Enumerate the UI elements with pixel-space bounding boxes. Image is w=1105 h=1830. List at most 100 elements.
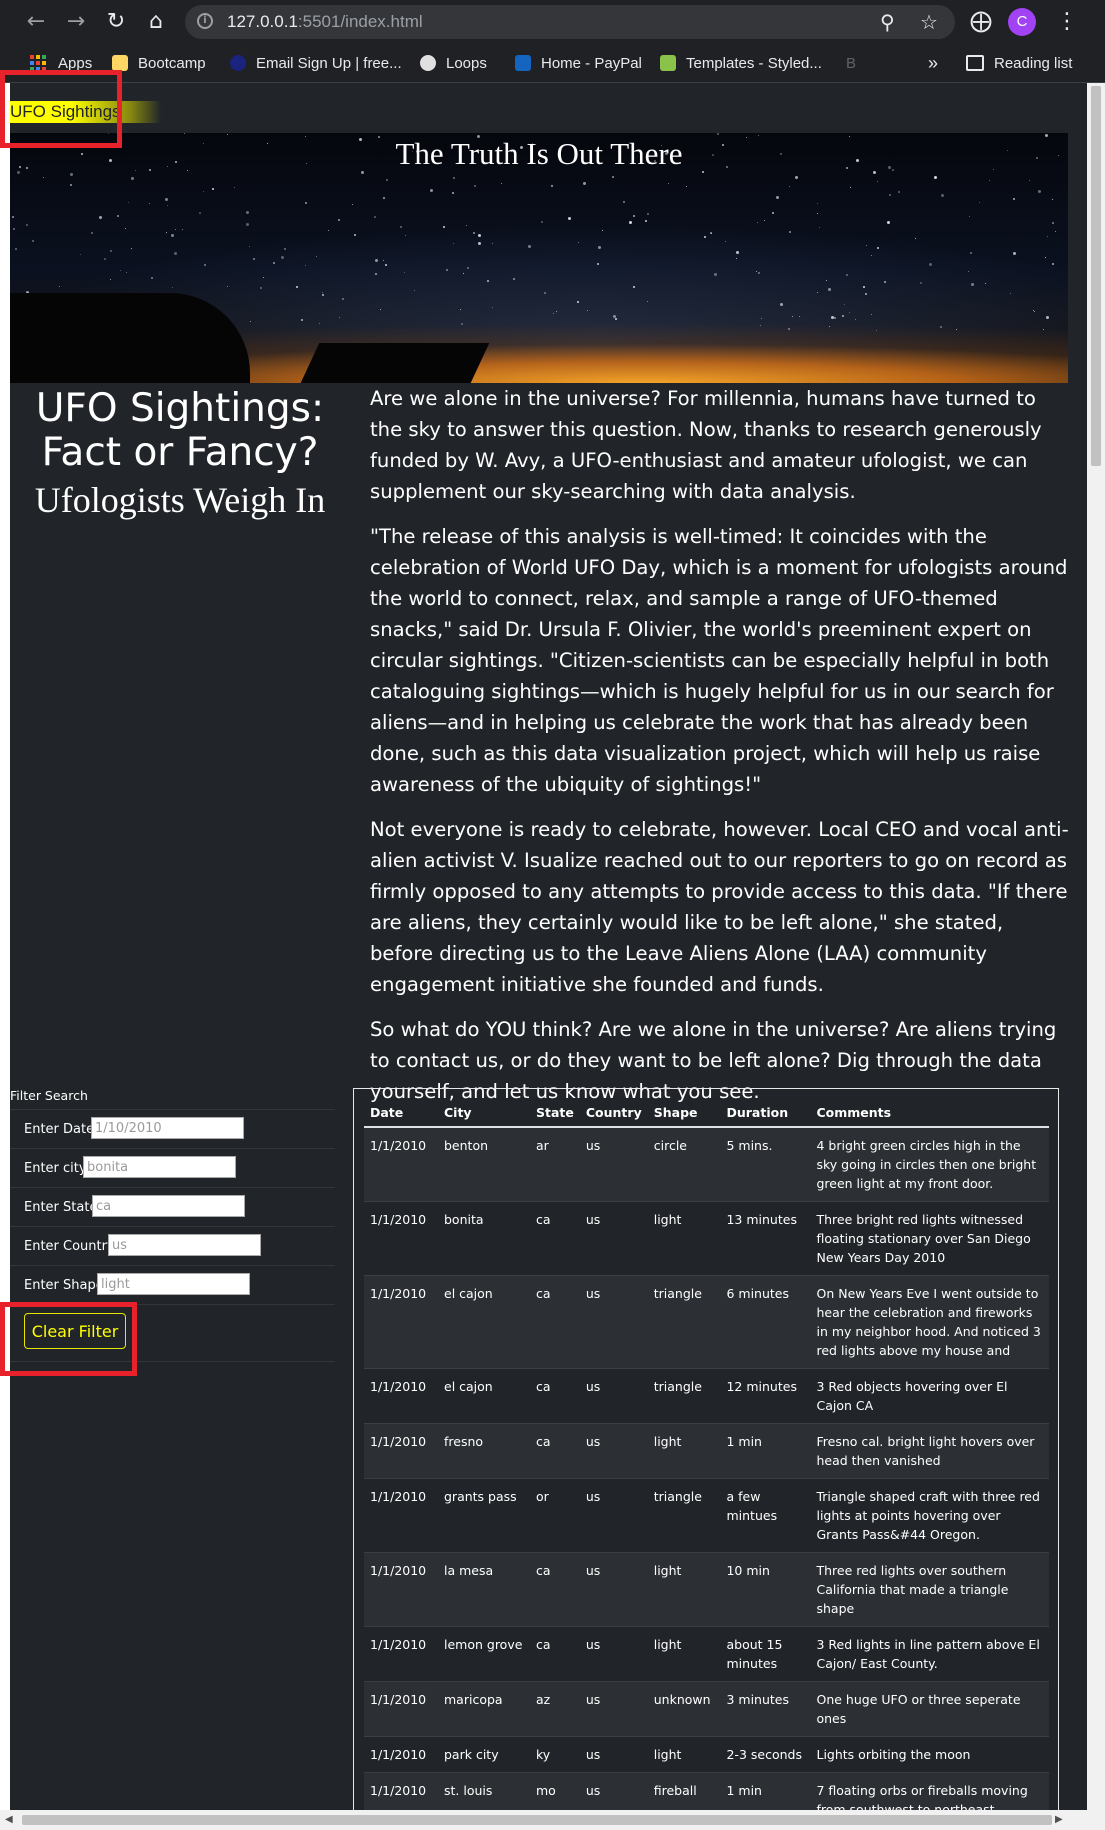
star-dot [342, 298, 344, 300]
cell-state: ca [530, 1552, 580, 1627]
star-dot [473, 232, 475, 234]
extensions-puzzle-icon[interactable]: ⨁ [970, 9, 992, 34]
star-dot [1045, 257, 1046, 258]
reading-list-button[interactable]: Reading list [966, 53, 1072, 73]
star-dot [989, 180, 990, 181]
profile-avatar[interactable]: C [1008, 8, 1036, 36]
star-dot [452, 192, 454, 194]
bookmark-star-icon[interactable]: ☆ [920, 10, 938, 34]
cell-duration: 3 minutes [720, 1681, 811, 1737]
star-dot [846, 274, 848, 276]
column-header-country: Country [579, 1097, 648, 1128]
cell-country: us [579, 1552, 648, 1627]
cell-comments: 3 Red objects hovering over El Cajon CA [810, 1368, 1049, 1424]
page-viewport: UFO Sightings The Truth Is Out There UFO… [0, 83, 1087, 1810]
reading-list-icon [966, 55, 984, 71]
star-dot [374, 216, 376, 218]
cell-comments: 3 Red lights in line pattern above El Ca… [810, 1626, 1049, 1682]
star-dot [736, 251, 739, 254]
state-input[interactable] [92, 1195, 245, 1217]
sightings-table: Date City State Country Shape Duration C… [364, 1097, 1049, 1810]
annotation-highlight-clear-filter [0, 1302, 137, 1376]
shape-input[interactable] [97, 1273, 250, 1295]
scroll-right-arrow-icon[interactable]: ▶ [1055, 1814, 1063, 1825]
star-dot [91, 232, 93, 234]
star-dot [792, 316, 793, 317]
star-dot [466, 225, 467, 226]
table-row: 1/1/2010 park city ky us light 2-3 seconds Lig… [364, 1736, 1049, 1773]
horizontal-scrollbar[interactable]: ◀ ▶ [0, 1810, 1105, 1830]
bookmark-email-signup[interactable]: Email Sign Up | free... [230, 53, 402, 73]
star-dot [1038, 190, 1041, 193]
country-input[interactable] [108, 1234, 261, 1256]
site-info-icon[interactable]: i [197, 13, 213, 29]
zoom-icon[interactable]: ⚲ [880, 10, 895, 34]
filter-row-shape: Enter Shape [10, 1265, 335, 1304]
star-dot [172, 287, 173, 288]
date-label: Enter Date [24, 1122, 95, 1137]
star-dot [487, 280, 489, 282]
star-dot [405, 235, 406, 236]
horizontal-scroll-thumb[interactable] [22, 1815, 1052, 1825]
bookmarks-overflow-chevron[interactable]: » [928, 53, 938, 73]
star-dot [70, 173, 73, 176]
table-row: 1/1/2010 lemon grove ca us light about 15 min… [364, 1626, 1049, 1682]
cell-shape: circle [647, 1126, 721, 1202]
back-arrow-icon[interactable]: ← [22, 8, 50, 36]
cell-shape: light [647, 1201, 721, 1276]
date-input[interactable] [91, 1117, 244, 1139]
loops-site-icon [420, 55, 436, 71]
page-left-edge [0, 83, 10, 1810]
cell-duration: 6 minutes [720, 1275, 811, 1369]
star-dot [876, 330, 877, 331]
scroll-left-arrow-icon[interactable]: ◀ [5, 1814, 13, 1825]
column-header-city: City [438, 1097, 530, 1128]
star-dot [686, 186, 687, 187]
star-dot [940, 326, 942, 328]
star-dot [577, 301, 579, 303]
cell-duration: 1 min [720, 1423, 811, 1479]
bookmark-paypal[interactable]: Home - PayPal [515, 53, 642, 73]
star-dot [478, 234, 481, 237]
star-dot [969, 216, 970, 217]
bookmark-truncated[interactable]: B [846, 53, 856, 73]
star-dot [501, 183, 502, 184]
star-dot [1046, 316, 1049, 319]
star-dot [929, 263, 932, 266]
bookmark-bootcamp[interactable]: Bootcamp [112, 53, 206, 73]
cell-city: el cajon [438, 1368, 530, 1424]
forward-arrow-icon[interactable]: → [62, 8, 90, 36]
vertical-scrollbar[interactable] [1087, 83, 1105, 1810]
star-dot [915, 238, 916, 239]
address-url[interactable]: 127.0.0.1:5501/index.html [227, 12, 423, 32]
bookmark-loops[interactable]: Loops [420, 53, 487, 73]
hero-banner: The Truth Is Out There [10, 133, 1068, 383]
star-dot [817, 203, 818, 204]
star-dot [125, 228, 126, 229]
cell-state: ca [530, 1368, 580, 1424]
star-dot [354, 234, 356, 236]
cell-duration: 10 min [720, 1552, 811, 1627]
star-dot [1043, 329, 1044, 330]
hero-title: The Truth Is Out There [395, 136, 683, 171]
cell-shape: fireball [647, 1772, 721, 1810]
cell-comments: Fresno cal. bright light hovers over hea… [810, 1423, 1049, 1479]
table-header-row: Date City State Country Shape Duration C… [364, 1097, 1049, 1128]
star-dot [339, 317, 340, 318]
cell-city: lemon grove [438, 1626, 530, 1682]
city-input[interactable] [83, 1156, 236, 1178]
home-icon[interactable]: ⌂ [142, 8, 170, 36]
star-dot [174, 252, 177, 255]
reload-icon[interactable]: ↻ [102, 8, 130, 36]
star-dot [383, 197, 385, 199]
cell-city: bonita [438, 1201, 530, 1276]
star-dot [131, 177, 134, 180]
cell-city: el cajon [438, 1275, 530, 1369]
bookmark-templates[interactable]: Templates - Styled... [660, 53, 822, 73]
address-bar[interactable]: i 127.0.0.1:5501/index.html ⚲ ☆ [185, 5, 955, 39]
vertical-scroll-thumb[interactable] [1091, 86, 1101, 466]
browser-menu-icon[interactable]: ⋮ [1056, 9, 1078, 34]
star-dot [756, 271, 757, 272]
star-dot [250, 321, 251, 322]
cell-duration: 13 minutes [720, 1201, 811, 1276]
